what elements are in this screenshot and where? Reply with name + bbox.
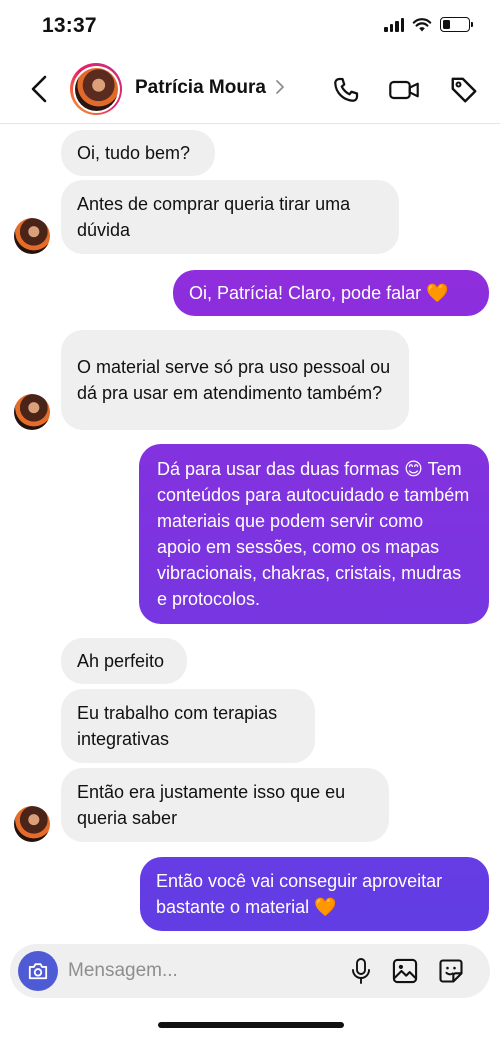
sender-avatar[interactable] [14, 218, 50, 254]
message-bubble-incoming[interactable]: Ah perfeito [61, 638, 187, 684]
battery-icon [440, 17, 473, 32]
chevron-right-icon[interactable] [275, 78, 285, 96]
message-bubble-incoming[interactable]: Oi, tudo bem? [61, 130, 215, 176]
message-bubble-incoming[interactable]: Então era justamente isso que eu queria … [61, 768, 389, 842]
tag-icon [451, 77, 477, 103]
message-composer [10, 944, 490, 998]
camera-button[interactable] [18, 951, 58, 991]
message-bubble-outgoing[interactable]: Então você vai conseguir aproveitar bast… [140, 857, 489, 931]
message-bubble-incoming[interactable]: O material serve só pra uso pessoal ou d… [61, 330, 409, 430]
chat-header: Patrícia Moura [0, 54, 500, 124]
status-icons [384, 17, 473, 32]
message-bubble-outgoing[interactable]: Dá para usar das duas formas 😊 Tem conte… [139, 444, 489, 624]
status-time: 13:37 [42, 14, 97, 37]
image-icon [392, 958, 418, 984]
wifi-icon [412, 18, 432, 32]
status-bar: 13:37 [0, 0, 500, 54]
sticker-button[interactable] [436, 956, 466, 986]
camera-icon [28, 963, 48, 980]
microphone-icon [352, 958, 370, 984]
message-list[interactable]: Oi, tudo bem? Antes de comprar queria ti… [0, 124, 500, 944]
sender-avatar[interactable] [14, 394, 50, 430]
cellular-signal-icon [384, 17, 404, 32]
tag-button[interactable] [448, 74, 480, 106]
message-bubble-incoming[interactable]: Eu trabalho com terapias integrativas [61, 689, 315, 763]
message-bubble-outgoing[interactable]: Oi, Patrícia! Claro, pode falar 🧡 [173, 270, 489, 316]
video-call-button[interactable] [388, 74, 420, 106]
contact-photo [74, 67, 118, 111]
gallery-button[interactable] [390, 956, 420, 986]
video-camera-icon [389, 80, 419, 100]
contact-avatar[interactable] [70, 63, 122, 115]
back-button[interactable] [22, 72, 56, 106]
sender-avatar[interactable] [14, 806, 50, 842]
message-input[interactable] [68, 954, 338, 988]
sticker-icon [439, 959, 463, 983]
back-icon [31, 75, 47, 103]
voice-call-button[interactable] [330, 74, 362, 106]
contact-name[interactable]: Patrícia Moura [135, 77, 266, 99]
message-bubble-incoming[interactable]: Antes de comprar queria tirar uma dúvida [61, 180, 399, 254]
voice-message-button[interactable] [346, 956, 376, 986]
home-indicator[interactable] [158, 1022, 344, 1028]
phone-icon [334, 77, 359, 102]
